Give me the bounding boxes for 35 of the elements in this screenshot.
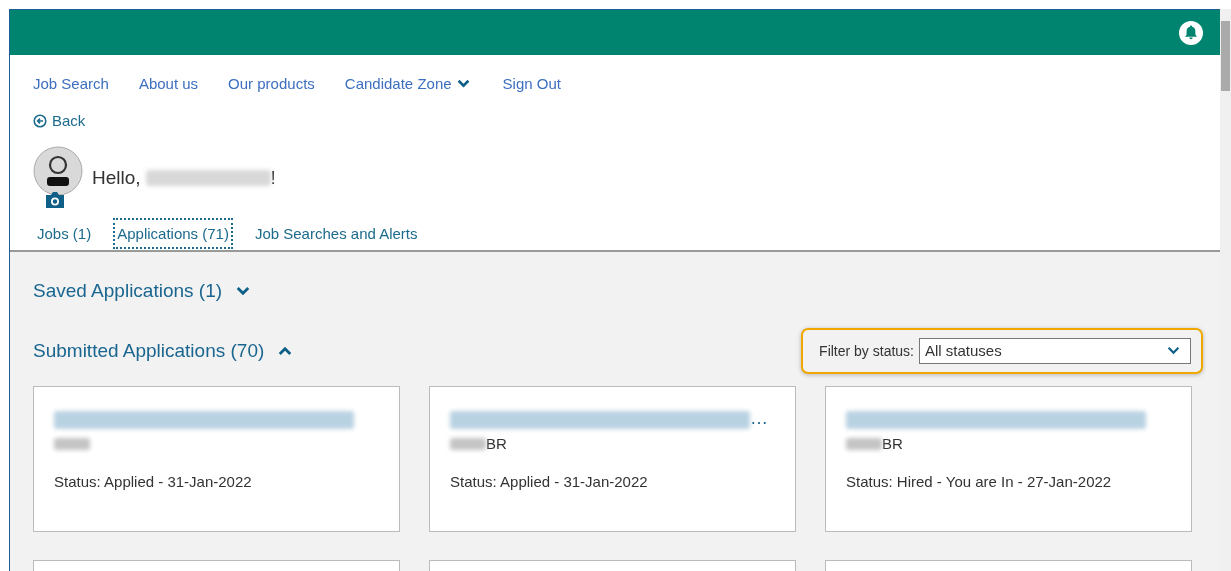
filter-label: Filter by status: xyxy=(819,342,914,359)
nav-link[interactable]: Sign Out xyxy=(502,75,561,92)
application-card[interactable]: … BR Status: Applied - 31-Jan-2022 xyxy=(429,385,796,532)
status-text: Status: Hired - You are In - 27-Jan-2022 xyxy=(846,472,1113,490)
blurred-location xyxy=(54,437,90,450)
application-card[interactable]: BR Status: Hired - You are In - 27-Jan-2022 xyxy=(825,385,1192,532)
greeting-text: Hello, xyxy=(92,166,141,189)
location-text: BR xyxy=(486,435,507,452)
chevron-down-icon[interactable] xyxy=(456,79,470,88)
status-dropdown[interactable]: All statuses xyxy=(919,337,1191,364)
section-toggle[interactable]: Saved Applications (1) xyxy=(33,279,251,302)
greeting-punctuation: ! xyxy=(270,166,276,189)
scrollbar[interactable] xyxy=(1220,9,1231,571)
location-text: BR xyxy=(882,435,903,452)
tab[interactable]: Jobs (1) xyxy=(33,217,96,249)
section-toggle[interactable]: Submitted Applications (70) xyxy=(33,339,293,362)
nav-link[interactable]: Job Search xyxy=(33,75,109,92)
nav-dropdown[interactable]: Candidate Zone xyxy=(344,75,470,92)
title-ellipsis: … xyxy=(750,407,768,429)
blurred-location xyxy=(450,437,486,450)
avatar-silhouette-icon xyxy=(33,145,83,196)
back-link[interactable]: Back xyxy=(33,112,86,129)
status-text: Status: Applied - 31-Jan-2022 xyxy=(54,472,253,490)
nav-link[interactable]: Our products xyxy=(228,75,315,92)
chevron-down-icon[interactable] xyxy=(236,285,251,296)
camera-icon[interactable] xyxy=(44,190,66,209)
notification-bell-icon[interactable] xyxy=(1179,20,1203,45)
tab[interactable]: Job Searches and Alerts xyxy=(250,217,422,249)
application-card[interactable]: Status: Applied - 31-Jan-2022 xyxy=(33,385,400,532)
status-text: Status: Applied - 31-Jan-2022 xyxy=(450,472,649,490)
blurred-location xyxy=(846,437,882,450)
chevron-up-icon[interactable] xyxy=(278,345,293,356)
chevron-down-icon[interactable] xyxy=(1167,346,1180,355)
nav-link[interactable]: About us xyxy=(138,75,199,92)
tab[interactable]: Applications (71) xyxy=(113,217,233,249)
